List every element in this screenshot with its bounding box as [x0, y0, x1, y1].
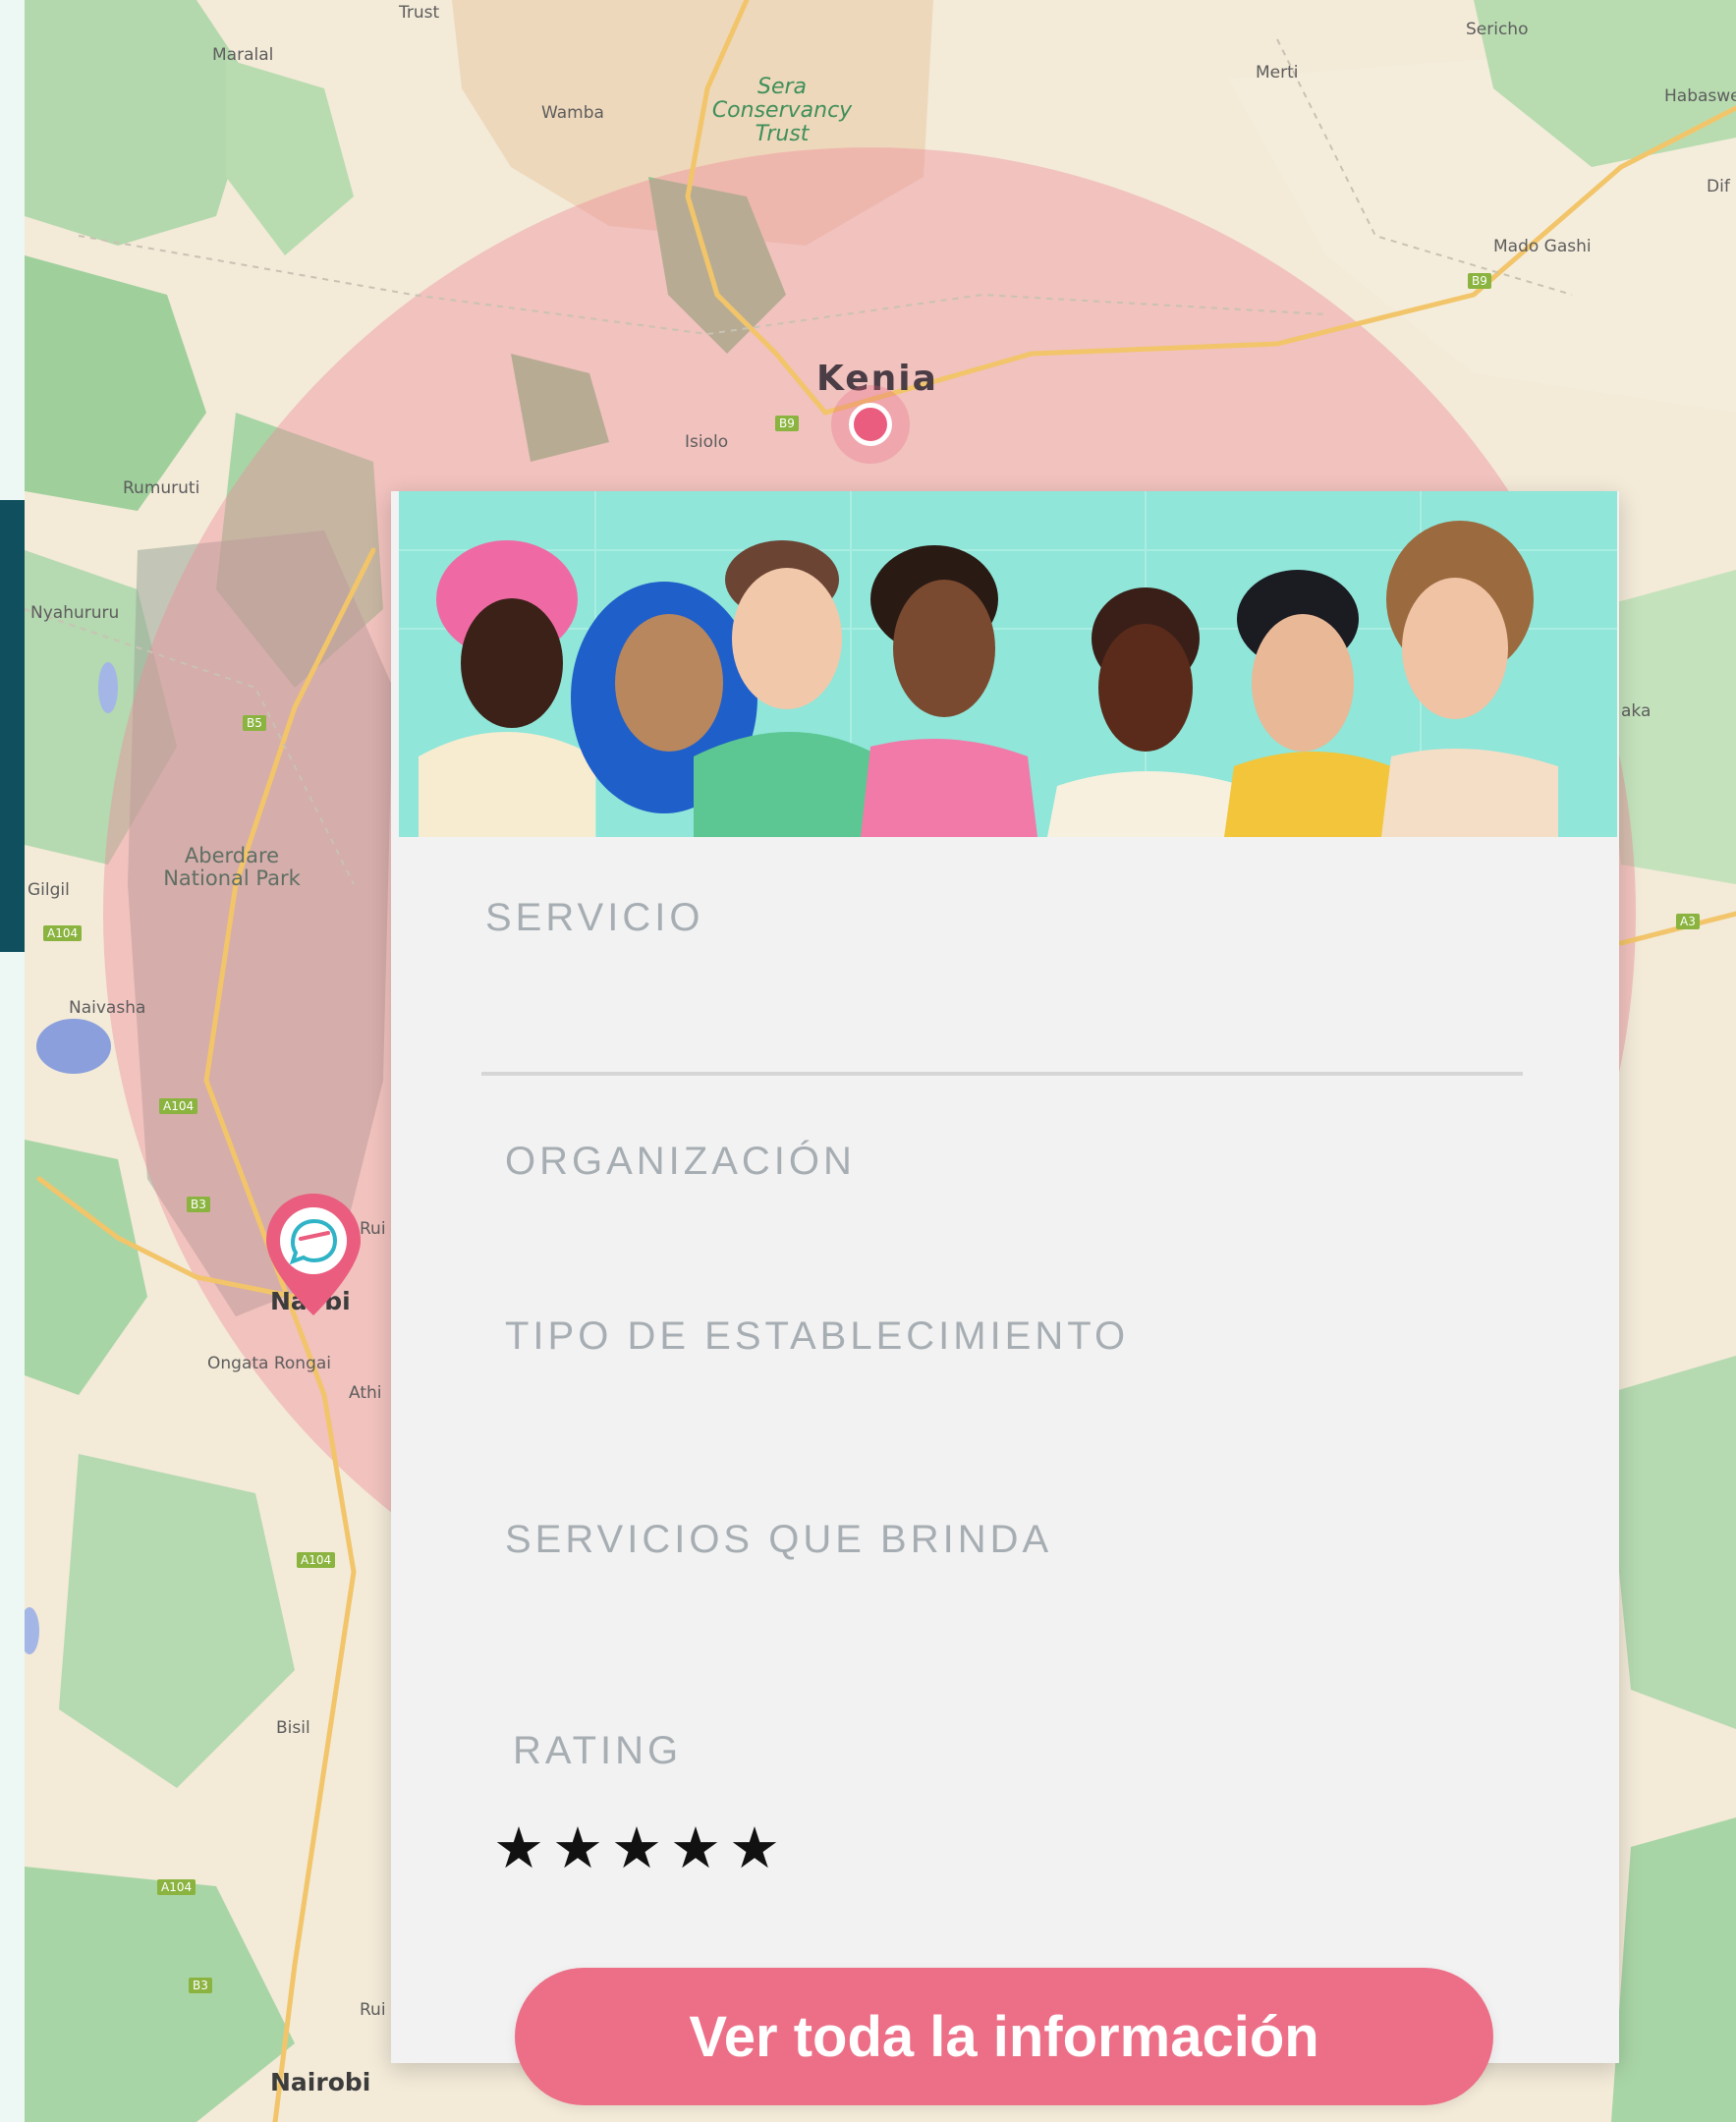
field-label-servicio: SERVICIO [485, 896, 704, 939]
road-shield: B5 [243, 715, 266, 731]
field-label-rating: RATING [513, 1729, 683, 1772]
road-shield: B3 [189, 1978, 212, 1993]
view-all-info-button[interactable]: Ver toda la información [515, 1968, 1493, 2105]
star-icon[interactable]: ★ [493, 1819, 544, 1876]
map-label-sera-conservancy: Sera Conservancy Trust [711, 75, 853, 147]
road-shield: A104 [157, 1879, 196, 1895]
map-label-athi: Athi [349, 1383, 382, 1403]
location-pin-icon[interactable] [263, 1192, 364, 1319]
road-shield: B9 [775, 416, 799, 431]
road-shield: B9 [1468, 273, 1491, 289]
map-label-sericho: Sericho [1466, 20, 1529, 39]
road-shield: A104 [159, 1098, 198, 1114]
map-label-aka: aka [1621, 701, 1652, 721]
map-label-dif: Dif [1707, 177, 1730, 196]
map-label-nairobi: Nairobi [270, 2068, 371, 2096]
road-shield: A104 [297, 1552, 336, 1568]
map-label-ruiru-lower: Rui [360, 2000, 386, 2020]
map-label-maralal: Maralal [212, 45, 274, 65]
map-label-naivasha: Naivasha [69, 998, 146, 1018]
left-edge-strip [0, 0, 25, 2122]
map-label-mado-gashi: Mado Gashi [1493, 237, 1592, 256]
map-label-kenia: Kenia [816, 359, 938, 399]
map-label-merti: Merti [1256, 63, 1299, 83]
rating-stars[interactable]: ★ ★ ★ ★ ★ [493, 1819, 780, 1876]
field-label-tipo-establecimiento: TIPO DE ESTABLECIMIENTO [505, 1314, 1130, 1358]
map-label-bisil: Bisil [276, 1718, 310, 1738]
map-label-rumuruti: Rumuruti [123, 478, 200, 498]
women-illustration-banner [399, 491, 1617, 837]
field-divider [481, 1072, 1523, 1076]
map-label-gilgil: Gilgil [28, 880, 70, 900]
map-label-habaswein: Habaswe [1664, 86, 1736, 106]
road-shield: B3 [187, 1197, 210, 1212]
map-label-wamba: Wamba [541, 103, 604, 123]
map-label-trust: Trust [399, 3, 440, 23]
map-label-nyahururu: Nyahururu [30, 603, 120, 623]
star-icon[interactable]: ★ [670, 1819, 721, 1876]
star-icon[interactable]: ★ [552, 1819, 603, 1876]
map-label-isiolo: Isiolo [685, 432, 729, 452]
road-shield: A3 [1676, 914, 1700, 929]
map-label-aberdare: Aberdare National Park [163, 844, 301, 891]
side-panel-tab[interactable] [0, 500, 25, 952]
field-label-organizacion: ORGANIZACIÓN [505, 1140, 856, 1183]
map-label-ongata-rongai: Ongata Rongai [207, 1354, 332, 1373]
road-shield: A104 [43, 925, 83, 941]
star-icon[interactable]: ★ [611, 1819, 662, 1876]
field-label-servicios-brinda: SERVICIOS QUE BRINDA [505, 1518, 1053, 1561]
current-location-marker[interactable] [849, 403, 892, 446]
star-icon[interactable]: ★ [729, 1819, 780, 1876]
